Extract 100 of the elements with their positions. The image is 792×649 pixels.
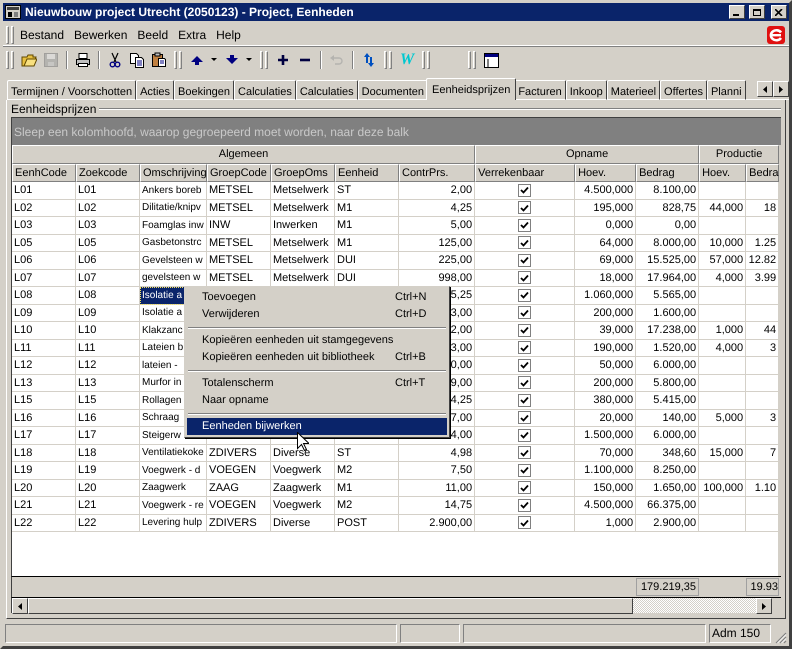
table-cell: Voegwerk [271,462,335,480]
checkbox[interactable] [518,358,532,372]
table-cell: Voegwerk - re [140,497,207,514]
menu-item[interactable]: Bewerken [69,26,132,44]
checkbox[interactable] [518,271,532,284]
table-cell: Ankers boreb [140,182,207,200]
checkbox[interactable] [518,218,532,232]
window-icon[interactable] [483,52,500,68]
minimize-button[interactable] [729,5,745,19]
table-cell: 0,00 [636,217,700,234]
folder-icon[interactable] [21,52,37,68]
app-icon[interactable] [5,5,21,19]
column-header[interactable]: Verrekenbaar [475,164,576,182]
table-cell: ST [335,182,399,200]
tab[interactable]: Boekingen [174,80,234,100]
checkbox[interactable] [518,446,532,460]
maximize-button[interactable] [749,5,765,19]
printer-icon[interactable] [75,52,91,68]
group-label: Eenheidsprijzen [11,100,98,118]
column-header[interactable]: GroepCode [207,164,271,182]
column-header[interactable]: ContrPrs. [399,164,476,182]
table-cell: 2.900,00 [399,514,476,532]
table-cell: L16 [76,410,140,427]
menu-item[interactable]: Help [211,26,246,44]
table-cell: L07 [76,270,140,287]
checkbox[interactable] [518,184,532,197]
table-cell: L09 [12,304,76,322]
menu-item[interactable]: Beeld [132,26,174,44]
clipboard-icon[interactable] [151,52,167,68]
tab[interactable]: Offertes [660,80,707,100]
checkbox[interactable] [518,236,532,250]
scroll-left-button[interactable] [12,598,28,614]
checkbox[interactable] [518,341,532,354]
table-cell: INW [207,217,271,234]
table-cell: 1.100,000 [575,462,636,480]
tab[interactable]: Facturen [514,80,566,100]
table-cell: M1 [335,200,399,217]
tab[interactable]: Eenheidsprijzen [426,78,516,100]
column-header[interactable]: GroepOms [271,164,335,182]
table-cell: 8.000,00 [636,234,700,252]
table-cell: Gevelsteen w [140,252,207,270]
checkbox[interactable] [518,498,532,512]
scroll-left-button[interactable] [757,81,773,97]
column-header[interactable]: EenhCode [12,164,76,182]
tab[interactable]: Acties [136,80,174,100]
checkbox[interactable] [518,201,532,214]
checkbox[interactable] [518,306,532,320]
tab[interactable]: Calculaties [296,80,358,100]
column-header[interactable]: Eenheid [335,164,399,182]
table-cell: L13 [12,374,76,392]
checkbox[interactable] [518,516,532,530]
scroll-thumb[interactable] [28,598,633,614]
menu-item[interactable]: Extra [173,26,212,44]
table-cell: 5.565,00 [636,287,700,304]
table-cell: DUI [335,252,399,270]
column-group-header[interactable]: Opname [475,145,700,164]
column-header[interactable]: Bedrag [636,164,700,182]
checkbox[interactable] [518,411,532,424]
refresh-icon[interactable] [361,52,377,68]
table-cell: Zaagwerk [140,480,207,497]
table-cell: L15 [12,392,76,410]
table-cell: 4,25 [399,200,476,217]
tab[interactable]: Termijnen / Voorschotten [7,80,136,100]
column-group-header[interactable]: Productie [699,145,780,164]
menu-item[interactable]: Bestand [15,26,70,44]
column-group-header[interactable]: Algemeen [12,145,476,164]
tab[interactable]: Calculaties [234,80,296,100]
table-cell: 1.650,00 [636,480,700,497]
column-header[interactable]: Hoev. [699,164,746,182]
scroll-right-button[interactable] [756,598,772,614]
table-cell: M2 [335,462,399,480]
checkbox[interactable] [518,394,532,407]
checkbox[interactable] [518,324,532,337]
maximize-icon [753,8,761,16]
column-header[interactable]: Bedra [746,164,780,182]
checkbox[interactable] [518,428,532,442]
resize-grip-icon[interactable] [775,632,787,644]
checkbox[interactable] [518,464,532,477]
group-by-hint: Sleep een kolomhoofd, waarop gegroepeerd moet worden, naar deze balk [14,124,409,140]
column-header[interactable]: Hoev. [575,164,636,182]
table-cell: 1.10 [746,480,780,497]
checkbox[interactable] [518,376,532,390]
checkbox[interactable] [518,254,532,267]
table-cell: 2.900,00 [636,514,700,532]
table-cell: 4,000 [699,340,746,357]
copy-icon[interactable] [129,52,145,68]
column-header[interactable]: Zoekcode [76,164,140,182]
table-cell: L18 [76,444,140,462]
menu-item[interactable]: Eenheden bijwerken [187,418,447,435]
close-button[interactable] [771,5,787,19]
scroll-right-button[interactable] [773,81,789,97]
checkbox[interactable] [518,288,532,302]
table-cell: 195,000 [575,200,636,217]
tab[interactable]: Planni [706,80,746,100]
checkbox[interactable] [518,481,532,494]
column-header[interactable]: Omschrijving [140,164,207,182]
tab[interactable]: Inkoop [566,80,607,100]
table-cell: 8.250,00 [636,462,700,480]
tab[interactable]: Materieel [606,80,660,100]
scissors-icon[interactable] [107,52,123,68]
